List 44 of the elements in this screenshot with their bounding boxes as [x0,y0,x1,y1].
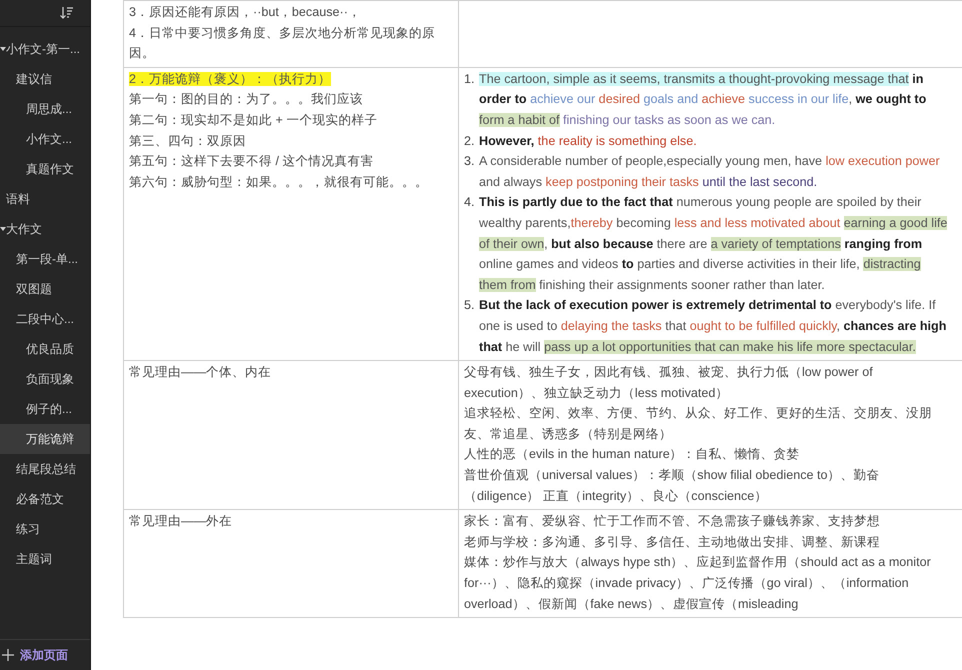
note-line: 第六句：威胁句型：如果。。。，就很有可能。。。 [129,174,429,191]
numbered-sentence: 5. But the lack of execution power is extremely detrimental to everybody's life. If one is used to delaying the tasks that ought to be fulfilled quickly, chances are high that he will pass up a lot opportunities that can make his life more spectacular. [464,297,948,356]
sidebar-item[interactable]: 建议信 [16,70,52,88]
add-page-button[interactable]: 添加页面 [0,646,70,664]
note-line: 常见理由——个体、内在 [129,364,272,382]
sidebar-item[interactable]: 负面现象 [26,370,74,388]
sidebar-item[interactable]: 大作文 [6,220,42,238]
sidebar-item[interactable]: 真题作文 [26,160,74,178]
sidebar-item[interactable]: 第一段-单... [16,250,78,268]
numbered-sentence: 4. This is partly due to the fact that numerous young people are spoiled by their wealthy parents,thereby becoming less and less motivated about earning a good life of their own, but also because there are a variety of temptations ranging from online games and videos to parties and diverse activities in their life, distracting them from finishing their assignments sooner rather than later. [464,194,948,294]
note-line: 普世价值观（universal values）：孝顺（show filial obedience to）、勤奋（diligence） 正直（integrity）、良心（conscience） [464,467,881,505]
note-line: 第五句：这样下去要不得 / 这个情况真有害 [129,153,374,170]
sidebar-item[interactable]: 必备范文 [16,490,64,508]
sidebar-item[interactable]: 练习 [16,520,40,538]
expand-caret-icon[interactable] [0,227,6,231]
plus-icon [2,649,14,661]
sidebar-item[interactable]: 例子的... [26,400,72,418]
sidebar-item[interactable]: 主题词 [16,550,52,568]
sidebar-item[interactable]: 优良品质 [26,340,74,358]
sidebar-item[interactable]: 结尾段总结 [16,460,76,478]
numbered-sentence: 1. The cartoon, simple as it seems, transmits a thought-provoking message that in order to achieve our desired goals and achieve success in our life, we ought to form a habit of finishing our tasks as soon as we can. [464,70,928,129]
note-line: 常见理由——外在 [129,513,234,530]
sidebar-item[interactable]: 双图题 [16,280,52,298]
sidebar-item[interactable]: 周思成... [26,100,72,118]
note-line: 第一句：图的目的：为了。。。我们应该 [129,91,364,108]
note-line: 4．日常中要习惯多角度、多层次地分析常见现象的原因。 [129,24,436,62]
note-line: 第三、四句：双原因 [129,132,247,150]
note-line: 人性的恶（evils in the human nature）：自私、懒惰、贪婪 [464,446,801,464]
note-line: 媒体：炒作与放大（always hype sth）、应起到监督作用（should act as a monitor for···）、隐私的窥探（invade privacy）、广泛传播（go viral）、（information overload）、假新闻（fake news）、虚假宣传（misleading [464,554,932,613]
numbered-sentence: 3. A considerable number of people,especially young men, have low execution power and always keep postponing their tasks until the last second. [464,153,941,191]
note-line: 家长：富有、爱纵容、忙于工作而不管、不急需孩子赚钱养家、支持梦想 [464,513,881,530]
note-line: 老师与学校：多沟通、多引导、多信任、主动地做出安排、调整、新课程 [464,534,881,551]
section-heading: 2．万能诡辩（褒义）：（执行力） [129,70,332,88]
sidebar-item[interactable]: 小作文... [26,130,72,148]
note-line: 第二句：现实却不是如此 + 一个现实的样子 [129,112,378,129]
numbered-sentence: 2. However, the reality is something else. [464,132,698,150]
expand-caret-icon[interactable] [0,47,6,51]
sort-icon[interactable] [60,6,74,20]
note-line: 父母有钱、独生子女，因此有钱、孤独、被宠、执行力低（low power of execution）、独立缺乏动力（less motivated） [464,364,874,402]
note-line: 3．原因还能有原因，··but，because··， [129,4,362,21]
note-line: 追求轻松、空闲、效率、方便、节约、从众、好工作、更好的生活、交朋友、没朋友、常追星、诱惑多（特别是网络） [464,405,933,443]
sidebar-item[interactable]: 小作文-第一... [6,40,80,58]
sidebar-item[interactable]: 语料 [6,190,30,208]
sidebar-item[interactable]: 二段中心... [16,310,74,328]
